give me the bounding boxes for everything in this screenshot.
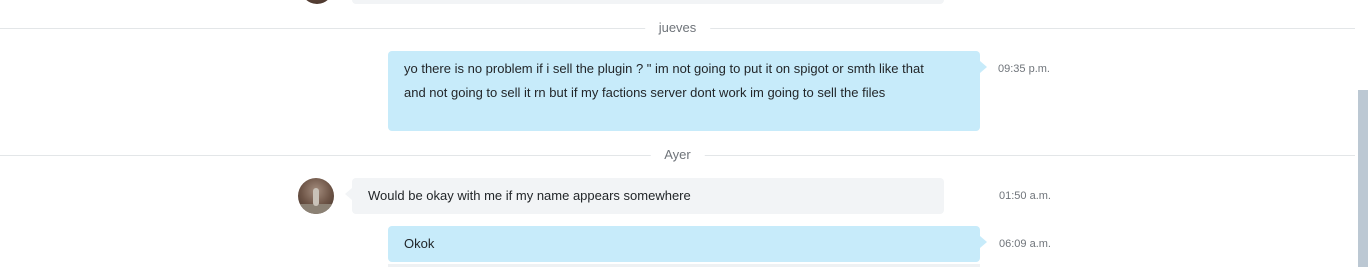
message-timestamp: 09:35 p.m.: [998, 63, 1050, 75]
day-separator-label: jueves: [644, 18, 711, 38]
outgoing-message-bubble[interactable]: yo there is no problem if i sell the plu…: [388, 51, 987, 131]
incoming-message-bubble[interactable]: Would be okay with me if my name appears…: [345, 178, 944, 214]
chat-message-list: jueves yo there is no problem if i sell …: [0, 0, 1368, 267]
contact-avatar[interactable]: [300, 0, 334, 4]
contact-avatar[interactable]: [298, 178, 334, 214]
day-separator: jueves: [0, 18, 1355, 38]
day-separator: Ayer: [0, 145, 1355, 165]
incoming-message-bubble[interactable]: [352, 0, 944, 4]
message-text: yo there is no problem if i sell the plu…: [404, 61, 924, 76]
message-text: Okok: [404, 236, 435, 251]
message-text: Would be okay with me if my name appears…: [368, 188, 691, 203]
message-timestamp: 01:50 a.m.: [999, 190, 1051, 202]
message-timestamp: 06:09 a.m.: [999, 238, 1051, 250]
scrollbar-thumb[interactable]: [1358, 90, 1368, 267]
avatar-image: [313, 188, 319, 206]
day-separator-label: Ayer: [650, 145, 705, 165]
message-text: and not going to sell it rn but if my fa…: [404, 85, 886, 100]
outgoing-message-bubble[interactable]: Okok: [388, 226, 987, 262]
vertical-scrollbar[interactable]: [1356, 0, 1368, 267]
